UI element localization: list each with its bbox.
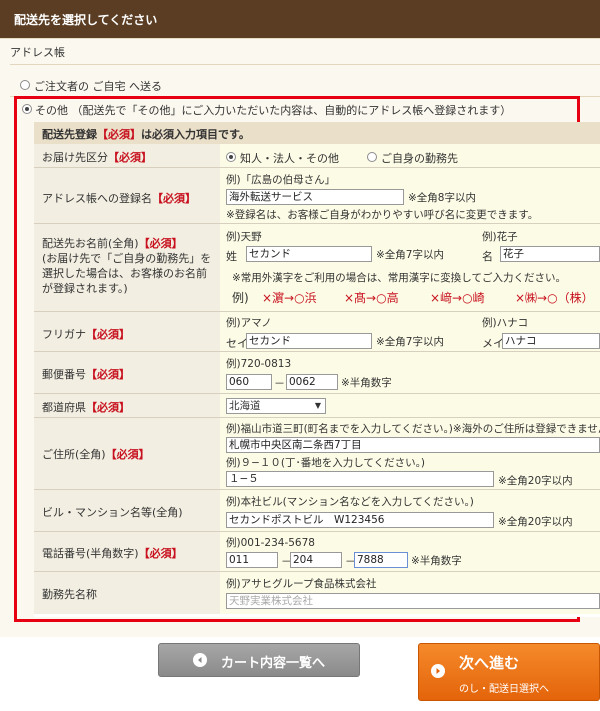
phone-input-2[interactable]: 204 (290, 552, 342, 568)
first-name-label: 名 (482, 250, 493, 263)
next-arrow-icon (431, 664, 445, 678)
phone-input-3[interactable]: 7888 (354, 552, 408, 568)
form-title: 配送先登録【必須】は必須入力項目です。 (42, 128, 250, 141)
example-text: 例)アサヒグループ食品株式会社 (226, 578, 377, 590)
radio-acquaintance-label[interactable]: 知人・法人・その他 (240, 150, 339, 166)
label-address: ご住所(全角)【必須】 (34, 418, 220, 490)
label-prefecture: 都道府県【必須】 (34, 394, 220, 418)
label-delivery-type: お届け先区分【必須】 (34, 144, 220, 168)
label-postal: 郵便番号【必須】 (34, 352, 220, 394)
note-text: ※半角数字 (411, 555, 462, 567)
dropdown-arrow-icon: ▼ (314, 401, 321, 410)
address-input-2[interactable]: １−５ (226, 471, 494, 487)
back-button-label: カート内容一覧へ (221, 656, 326, 671)
example-text: 例)001-234-5678 (226, 537, 315, 549)
radio-home-label[interactable]: ご注文者の ご自宅 へ送る (34, 78, 162, 94)
example-text: 例)花子 (482, 231, 518, 243)
limit-text: ※全角8字以内 (408, 192, 476, 204)
first-name-input[interactable]: 花子 (500, 246, 600, 262)
hint-text: ※登録名は、お客様ご自身がわかりやすい呼び名に変更できます。 (226, 209, 539, 221)
dash: － (274, 377, 285, 390)
note-text: ※半角数字 (341, 377, 392, 389)
example-text: 例)天野 (226, 231, 262, 243)
example-text: 例)ハナコ (482, 317, 529, 329)
kanji-example: ×髙→○高 (344, 291, 399, 305)
label-building: ビル・マンション名等(全角) (34, 490, 220, 532)
page-title: 配送先を選択してください (14, 13, 158, 27)
kanji-example: ×﨑→○崎 (430, 291, 485, 305)
furigana-first-input[interactable]: ハナコ (502, 333, 600, 349)
kanji-note: ※常用外漢字をご利用の場合は、常用漢字に変換してご入力ください。 (232, 272, 566, 284)
address-input-1[interactable]: 札幌市中央区南二条西7丁目 (226, 437, 600, 453)
radio-home[interactable] (20, 80, 30, 90)
radio-acquaintance[interactable] (226, 152, 236, 162)
example-text: 例)「広島の伯母さん」 (226, 174, 336, 186)
label-address-book-name: アドレス帳への登録名【必須】 (34, 168, 220, 224)
building-input[interactable]: セカンドポストビル W123456 (226, 512, 494, 528)
company-input[interactable]: 天野実業株式会社 (226, 593, 600, 609)
next-button[interactable]: 次へ進む のし・配送日選択へ (418, 643, 600, 701)
example-text: 例)アマノ (226, 317, 272, 329)
divider (10, 64, 600, 65)
limit-text: ※全角7字以内 (376, 249, 444, 261)
label-phone: 電話番号(半角数字)【必須】 (34, 532, 220, 572)
example-text: 例)720-0813 (226, 358, 292, 370)
label-company: 勤務先名称 (34, 572, 220, 614)
kanji-example: ×㈱→○（株） (515, 291, 594, 305)
furigana-first-label: メイ (482, 337, 504, 350)
example-text: 例)９−１０(丁･番地を入力してください。) (226, 457, 425, 469)
prefecture-select[interactable]: 北海道 ▼ (226, 398, 326, 414)
next-button-sub: のし・配送日選択へ (459, 684, 549, 695)
label-furigana: フリガナ【必須】 (34, 312, 220, 352)
limit-text: ※全角20字以内 (498, 475, 573, 487)
radio-other[interactable] (22, 104, 32, 114)
back-to-cart-button[interactable]: カート内容一覧へ (158, 643, 360, 677)
example-text: 例)福山市道三町(町名までを入力してください。)※海外のご住所は登録できません (226, 423, 600, 435)
address-book-title: アドレス帳 (10, 46, 65, 59)
example-text: 例)本社ビル(マンション名などを入力してください。) (226, 496, 474, 508)
kanji-example-label: 例) (232, 291, 249, 305)
postal-input-1[interactable]: 060 (226, 374, 272, 390)
back-arrow-icon (193, 653, 207, 667)
furigana-last-label: セイ (226, 337, 248, 350)
next-button-label: 次へ進む (459, 654, 520, 672)
radio-other-label[interactable]: その他 （配送先で「その他」にご入力いただいた内容は、自動的にアドレス帳へ登録さ… (35, 102, 511, 118)
radio-workplace[interactable] (367, 152, 377, 162)
furigana-last-input[interactable]: セカンド (246, 333, 372, 349)
last-name-input[interactable]: セカンド (246, 246, 372, 262)
limit-text: ※全角20字以内 (498, 516, 573, 528)
kanji-example: ×濵→○浜 (262, 291, 317, 305)
phone-input-1[interactable]: 011 (226, 552, 278, 568)
limit-text: ※全角7字以内 (376, 336, 444, 348)
radio-workplace-label[interactable]: ご自身の勤務先 (381, 150, 458, 166)
postal-input-2[interactable]: 0062 (286, 374, 338, 390)
address-book-name-input[interactable]: 海外転送サービス (226, 189, 404, 205)
last-name-label: 姓 (226, 250, 237, 263)
label-full-name: 配送先お名前(全角)【必須】 (お届け先で「ご自身の勤務先」を選択した場合は、お客… (34, 224, 220, 312)
